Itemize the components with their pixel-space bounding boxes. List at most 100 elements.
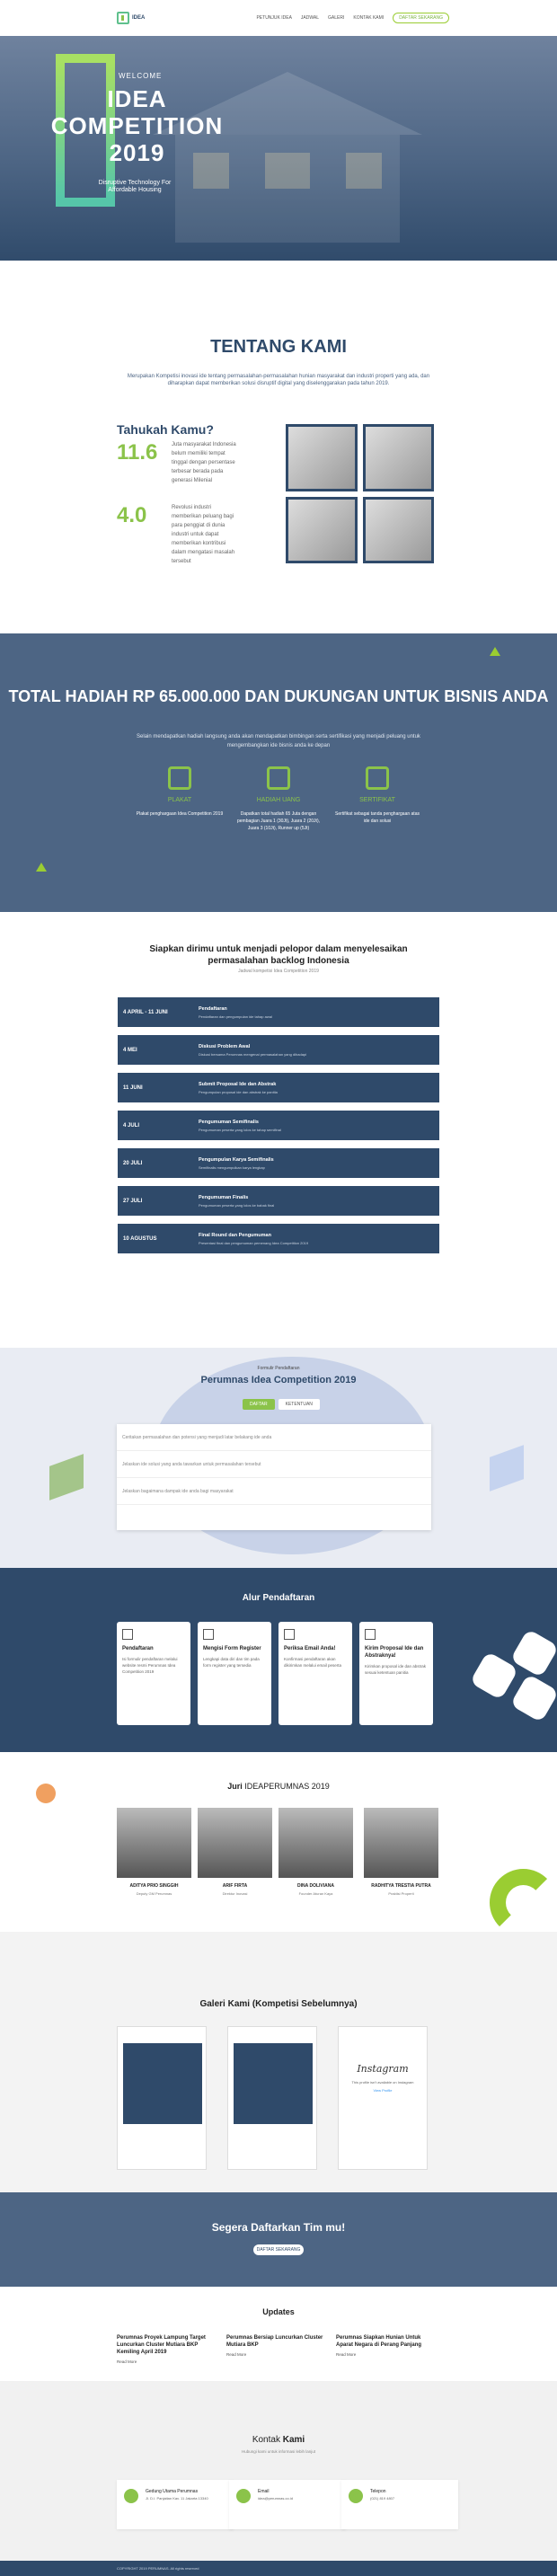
circle-decor-icon — [490, 1869, 557, 1936]
contact-card-desc[interactable]: idea@perumnas.co.id — [258, 2496, 293, 2501]
judge-photo — [198, 1808, 272, 1878]
instagram-post[interactable] — [227, 2026, 317, 2170]
flow-step-desc: Lengkapi data diri dan tim pada form reg… — [203, 1657, 260, 1668]
timeline-event: Pendaftaran — [199, 1005, 227, 1012]
gallery-title-rest: Kami (Kompetisi Sebelumnya) — [225, 1999, 358, 2009]
timeline-desc: Pendaftaran dan pengumpulan ide tahap aw… — [199, 1014, 272, 1019]
prize-item-title: SERTIFIKAT — [359, 797, 395, 803]
judge-name: DINA DOLIVIANA — [297, 1883, 334, 1889]
contact-title-bold: Kami — [279, 2435, 305, 2445]
instagram-profile-card[interactable]: Instagram This profile isn't available o… — [338, 2026, 428, 2170]
update-item[interactable]: Perumnas Proyek Lampung Target Luncurkan… — [117, 2327, 216, 2364]
post-image — [234, 2043, 313, 2124]
contact-card-title: Email — [258, 2489, 270, 2494]
contact-subtitle: Hubungi kami untuk informasi lebih lanju… — [241, 2449, 316, 2454]
prize-money: HADIAH UANG Dapatkan total hadiah 65 Jut… — [234, 766, 323, 832]
about-photo — [362, 496, 434, 563]
prize-item-title: PLAKAT — [167, 797, 192, 803]
judge-photo — [117, 1808, 191, 1878]
form-title: Perumnas Idea Competition 2019 — [200, 1375, 357, 1385]
hero-welcome: WELCOME — [119, 72, 163, 80]
update-item[interactable]: Perumnas Bersiap Luncurkan Cluster Mutia… — [226, 2327, 325, 2357]
gallery-section: Galeri Kami (Kompetisi Sebelumnya) Insta… — [0, 1932, 557, 2192]
timeline-desc: Pengumuman peserta yang lolos ke babak f… — [199, 1202, 275, 1208]
update-item[interactable]: Perumnas Siapkan Hunian Untuk Aparat Neg… — [336, 2327, 435, 2357]
logo-icon — [117, 12, 129, 24]
nav-item-jadwal[interactable]: JADWAL — [301, 15, 319, 21]
flow-step-desc: Isi formulir pendaftaran melalui website… — [122, 1657, 178, 1674]
instagram-post[interactable] — [117, 2026, 207, 2170]
gallery-title-bold: Galeri — [199, 1999, 225, 2009]
flow-title: Alur Pendaftaran — [242, 1593, 315, 1603]
timeline-row: 27 JULI Pengumuman Finalis Pengumuman pese… — [118, 1186, 439, 1216]
prize-section: TOTAL HADIAH RP 65.000.000 DAN DUKUNGAN … — [0, 633, 557, 916]
timeline-row: 4 JULI Pengumuman Semifinalis Pengumuman p… — [118, 1111, 439, 1140]
read-more-link[interactable]: Read More — [117, 2359, 216, 2364]
prize-item-title: HADIAH UANG — [256, 797, 301, 803]
timeline-row: 11 JUNI Submit Proposal Ide dan Abstrak Pe… — [118, 1073, 439, 1102]
nav-item-petunjuk[interactable]: PETUNJUK IDEA — [256, 15, 291, 21]
about-title: TENTANG KAMI — [210, 337, 347, 357]
judge-name: RADHITYA TRESTIA PUTRA — [371, 1883, 431, 1889]
question-field[interactable]: Ceritakan permasalahan dan potensi yang … — [117, 1424, 431, 1451]
timeline-desc: Semifinalis mengumpulkan karya lengkap — [199, 1164, 265, 1170]
prize-item-desc: Sertifikat sebagai tanda penghargaan ata… — [335, 811, 420, 824]
timeline-row: 4 MEI Diskusi Problem Awal Diskusi bersama… — [118, 1035, 439, 1065]
registration-flow-section: Alur Pendaftaran Pendaftaran Isi formuli… — [0, 1568, 557, 1752]
read-more-link[interactable]: Read More — [336, 2352, 435, 2357]
contact-card-desc[interactable]: (021) 819 4807 — [370, 2496, 394, 2501]
contact-card: Gedung Utama Perumnas Jl. D.I. Panjaitan … — [117, 2480, 234, 2529]
stat-housing: 11.6 Juta masyarakat Indonesia belum mem… — [117, 440, 239, 485]
contact-title: Kontak Kami — [0, 2435, 557, 2445]
timeline-row: 10 AGUSTUS Final Round dan Pengumuman Pres… — [118, 1224, 439, 1253]
register-button[interactable]: DAFTAR SEKARANG — [393, 13, 449, 23]
email-icon — [284, 1629, 295, 1640]
timeline-event: Final Round dan Pengumuman — [199, 1232, 271, 1238]
judge-role: Deputy GM Perumnas — [136, 1891, 172, 1896]
contact-card: Telepon (021) 819 4807 — [341, 2480, 458, 2529]
contact-card-desc: Jl. D.I. Panjaitan Kav. 11 Jakarta 13340 — [146, 2496, 208, 2501]
stat-number: 11.6 — [117, 440, 158, 465]
timeline-event: Diskusi Problem Awal — [199, 1043, 251, 1049]
flow-step-title: Periksa Email Anda! — [284, 1646, 336, 1651]
form-questions: Ceritakan permasalahan dan potensi yang … — [117, 1424, 431, 1530]
tab-daftar[interactable]: DAFTAR — [243, 1399, 275, 1410]
judge-card: ARIF FIRTA Direktur Inovasi — [198, 1808, 272, 1897]
timeline-date: 27 JULI — [123, 1198, 143, 1204]
timeline-desc: Diskusi bersama Perumnas mengenai permas… — [199, 1051, 307, 1057]
nav-item-galeri[interactable]: GALERI — [328, 15, 344, 21]
update-title[interactable]: Perumnas Proyek Lampung Target Luncurkan… — [117, 2334, 216, 2356]
contact-section: Kontak Kami Hubungi kami untuk informasi… — [0, 2381, 557, 2576]
view-profile-link[interactable]: View Profile — [339, 2088, 427, 2093]
judge-role: Direktur Inovasi — [222, 1891, 248, 1896]
prize-desc: Selain mendapatkan hadiah langsung anda … — [137, 734, 420, 748]
instagram-note: This profile isn't available on Instagra… — [351, 2080, 414, 2085]
cta-register-button[interactable]: DAFTAR SEKARANG — [253, 2244, 304, 2255]
read-more-link[interactable]: Read More — [226, 2352, 325, 2357]
form-label: Formulir Pendaftaran — [257, 1366, 300, 1371]
cta-title: Segera Daftarkan Tim mu! — [211, 2221, 346, 2234]
question-field[interactable]: Jelaskan bagaimana dampak ide anda bagi … — [117, 1478, 431, 1505]
question-field[interactable]: Jelaskan ide solusi yang anda tawarkan u… — [117, 1451, 431, 1478]
instagram-logo: Instagram — [357, 2063, 409, 2075]
pencil-icon — [203, 1629, 214, 1640]
about-photo — [286, 496, 358, 563]
cube-decor-icon — [49, 1454, 84, 1500]
about-photo — [362, 424, 434, 491]
update-title[interactable]: Perumnas Siapkan Hunian Untuk Aparat Neg… — [336, 2334, 435, 2349]
logo[interactable]: IDEA — [117, 12, 150, 24]
flow-step-title: Pendaftaran — [122, 1646, 154, 1651]
stat-industry: 4.0 Revolusi industri memberikan peluang… — [117, 503, 239, 566]
timeline-desc: Pengumpulan proposal ide dan abstrak ke … — [199, 1089, 278, 1094]
nav-item-kontak[interactable]: KONTAK KAMI — [353, 15, 384, 21]
location-icon — [124, 2489, 138, 2503]
prize-item-desc: Plakat penghargaan Idea Competition 2019 — [136, 811, 224, 817]
tab-ketentuan[interactable]: KETENTUAN — [278, 1399, 320, 1410]
judge-role: Founder Aturan Kaya — [298, 1891, 333, 1896]
cta-section: Segera Daftarkan Tim mu! DAFTAR SEKARANG — [0, 2192, 557, 2287]
update-title[interactable]: Perumnas Bersiap Luncurkan Cluster Mutia… — [226, 2334, 325, 2349]
updates-title: Updates — [262, 2307, 295, 2316]
footer: COPYRIGHT 2019 PERUMNAS. All rights rese… — [0, 2561, 557, 2576]
flow-step: Periksa Email Anda! Konfirmasi pendaftar… — [278, 1622, 352, 1725]
stat-number: 4.0 — [117, 503, 147, 527]
